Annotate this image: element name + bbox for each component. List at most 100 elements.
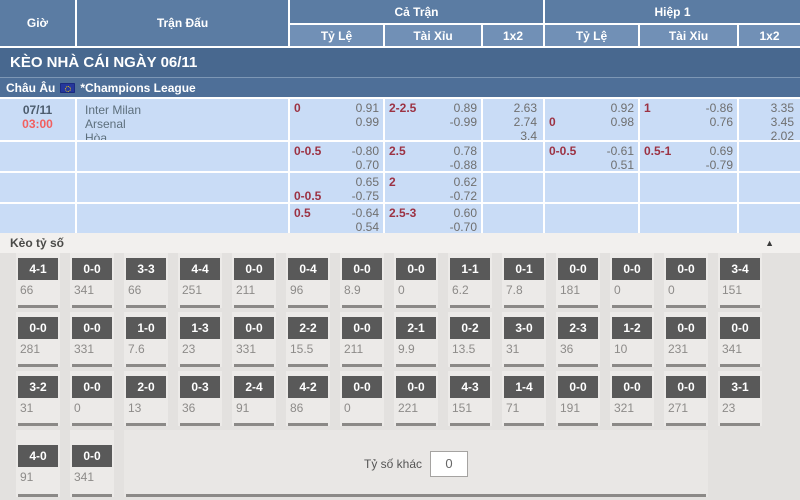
score-button[interactable]: 4-0 [18,445,58,467]
score-button[interactable]: 0-0 [720,317,760,339]
odds-line: 2-2.50.89 [389,101,477,115]
handicap-label: 0.5-1 [644,144,671,158]
score-button[interactable]: 0-0 [72,445,112,467]
score-underline-decoration [558,364,598,367]
league-bar[interactable]: Châu Âu *Champions League [0,77,800,97]
odds-value[interactable]: -0.79 [706,158,733,171]
score-button[interactable]: 2-2 [288,317,328,339]
score-cell: 0-0331 [232,312,276,367]
odds-value[interactable]: 0.92 [611,101,634,115]
score-button[interactable]: 1-0 [126,317,166,339]
score-button[interactable]: 3-4 [720,258,760,280]
collapse-arrow-icon[interactable]: ▲ [765,238,774,248]
odds-line: 00.98 [549,115,634,129]
score-button[interactable]: 0-0 [234,258,274,280]
score-button[interactable]: 2-1 [396,317,436,339]
score-cell: 0-0181 [556,253,600,308]
score-button[interactable]: 4-3 [450,376,490,398]
score-button[interactable]: 0-0 [342,376,382,398]
odds-value[interactable]: 0.51 [611,158,634,171]
score-button[interactable]: 0-3 [180,376,220,398]
score-button[interactable]: 0-0 [342,258,382,280]
score-button[interactable]: 0-0 [396,376,436,398]
h1-ou-cell: 1-0.860.76 [638,99,737,140]
score-button[interactable]: 4-1 [18,258,58,280]
score-button[interactable]: 0-0 [72,376,112,398]
score-button[interactable]: 4-4 [180,258,220,280]
score-button[interactable]: 0-0 [666,317,706,339]
odds-value[interactable]: 0.54 [356,220,379,233]
odds-value[interactable]: 0.65 [356,175,379,189]
score-button[interactable]: 0-0 [612,258,652,280]
odds-value[interactable]: 0.60 [454,206,477,220]
score-button[interactable]: 4-2 [288,376,328,398]
score-button[interactable]: 1-2 [612,317,652,339]
odds-table-body: 07/1103:00Inter MilanArsenalHòa00.910.99… [0,97,800,233]
score-button[interactable]: 0-0 [666,258,706,280]
odds-value[interactable]: -0.61 [607,144,634,158]
odds-value[interactable]: 0.70 [356,158,379,171]
odds-value[interactable]: 0.91 [356,101,379,115]
score-underline-decoration [396,364,436,367]
score-button[interactable]: 1-4 [504,376,544,398]
other-score-input[interactable] [430,451,468,477]
odds-value[interactable]: -0.70 [450,220,477,233]
score-button[interactable]: 2-0 [126,376,166,398]
odds-value[interactable]: 0.89 [454,101,477,115]
odds-value[interactable]: 3.35 [771,101,794,115]
odds-value[interactable]: 2.63 [514,101,537,115]
odds-value[interactable]: 2.02 [771,129,794,140]
score-cell: 3-123 [718,371,762,426]
score-odds-value: 341 [72,470,112,484]
odds-row: 07/1103:00Inter MilanArsenalHòa00.910.99… [0,97,800,140]
score-odds-value: 66 [126,283,166,297]
score-button[interactable]: 3-0 [504,317,544,339]
score-odds-value: 321 [612,401,652,415]
score-button[interactable]: 0-1 [504,258,544,280]
score-button[interactable]: 0-0 [558,258,598,280]
score-button[interactable]: 3-1 [720,376,760,398]
odds-value[interactable]: 0.76 [710,115,733,129]
score-button[interactable]: 0-0 [234,317,274,339]
score-button[interactable]: 0-0 [666,376,706,398]
time-cell [0,204,75,233]
handicap-label: 0-0.5 [549,144,576,158]
score-button[interactable]: 0-0 [72,258,112,280]
score-cell: 0-0231 [664,312,708,367]
odds-value[interactable]: -0.80 [352,144,379,158]
odds-value[interactable]: 0.98 [611,115,634,129]
odds-value[interactable]: -0.72 [450,189,477,202]
score-cell: 0-0321 [610,371,654,426]
odds-value[interactable]: 3.4 [520,129,537,140]
score-button[interactable]: 0-0 [612,376,652,398]
odds-value[interactable]: -0.64 [352,206,379,220]
odds-value[interactable]: 0.99 [356,115,379,129]
odds-value[interactable]: 2.74 [514,115,537,129]
score-button[interactable]: 0-0 [72,317,112,339]
score-button[interactable]: 0-4 [288,258,328,280]
score-button[interactable]: 0-0 [396,258,436,280]
score-button[interactable]: 0-0 [18,317,58,339]
odds-value[interactable]: 0.62 [454,175,477,189]
score-underline-decoration [126,305,166,308]
odds-value[interactable]: -0.86 [706,101,733,115]
score-button[interactable]: 1-1 [450,258,490,280]
h1-1x2-cell: 3.353.452.02 [737,99,800,140]
score-button[interactable]: 2-4 [234,376,274,398]
score-button[interactable]: 0-2 [450,317,490,339]
score-odds-value: 0 [72,401,112,415]
score-button[interactable]: 0-0 [342,317,382,339]
odds-value[interactable]: 0.78 [454,144,477,158]
score-button[interactable]: 0-0 [558,376,598,398]
score-button[interactable]: 2-3 [558,317,598,339]
score-button[interactable]: 3-2 [18,376,58,398]
odds-value[interactable]: -0.88 [450,158,477,171]
odds-value[interactable]: -0.99 [450,115,477,129]
score-button[interactable]: 1-3 [180,317,220,339]
score-odds-value: 191 [558,401,598,415]
odds-value[interactable]: 3.45 [771,115,794,129]
odds-value[interactable]: -0.75 [352,189,379,202]
odds-value[interactable]: 0.69 [710,144,733,158]
odds-line: 0.65 [294,175,379,189]
score-button[interactable]: 3-3 [126,258,166,280]
